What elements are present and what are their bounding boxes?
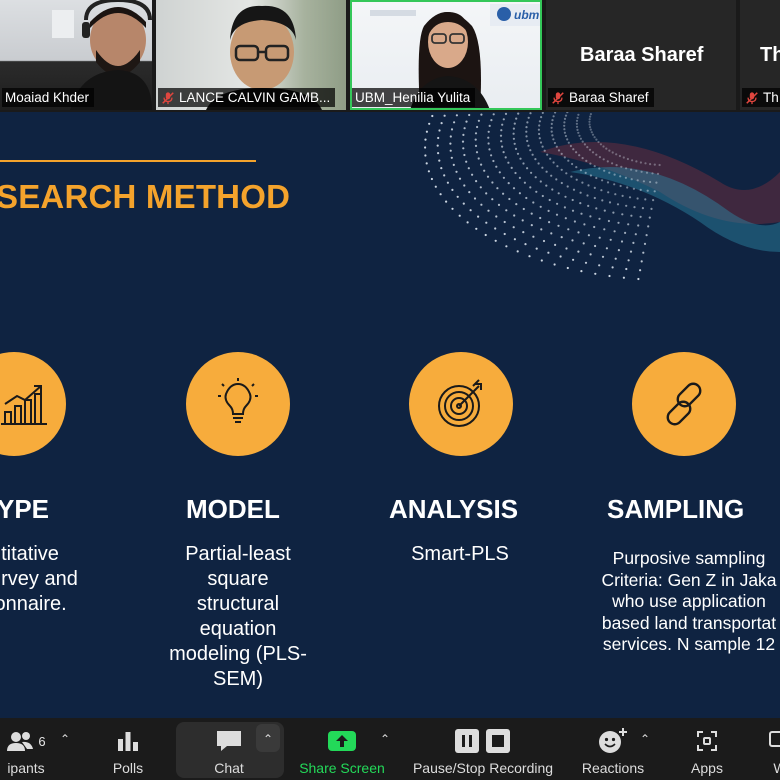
participants-icon: 6 — [6, 726, 46, 756]
sampling-description: Purposive sampling Criteria: Gen Z in Ja… — [601, 548, 777, 654]
pause-stop-recording-button[interactable]: Pause/Stop Recording — [406, 718, 560, 780]
participants-count: 6 — [38, 733, 46, 749]
participant-display-name-4: Baraa Sharef — [580, 44, 704, 66]
analysis-heading: ANALYSIS — [389, 494, 519, 524]
mic-muted-icon — [746, 91, 758, 104]
participant-name-1: Moaiad Khder — [2, 88, 95, 107]
shared-slide: SEARCH METHOD YPE ntitative urvey and io… — [0, 112, 780, 718]
type-heading: YPE — [0, 494, 50, 524]
participant-strip: Moaiad Khder LANCE CALVIN GAMB... ubm UB… — [0, 0, 780, 112]
target-icon — [438, 379, 482, 427]
model-description: Partial-least square structural equation… — [169, 543, 307, 690]
meeting-toolbar: 6 ipants ⌃ Polls ⌃ Chat Share Screen ⌃ P… — [0, 718, 780, 780]
participant-tile-2[interactable]: LANCE CALVIN GAMB... — [156, 0, 346, 110]
analysis-description: Smart-PLS — [411, 543, 509, 565]
chart-growth-icon — [1, 385, 47, 425]
sampling-heading: SAMPLING — [607, 494, 745, 524]
participant-tile-3-active-speaker[interactable]: ubm UBM_Henilia Yulita — [350, 0, 542, 110]
recording-controls-icon — [454, 726, 512, 756]
polls-label: Polls — [112, 760, 144, 776]
chat-icon — [215, 726, 243, 756]
chat-caret[interactable]: ⌃ — [263, 732, 273, 746]
reactions-button[interactable]: Reactions — [576, 718, 650, 780]
analysis-circle — [409, 352, 513, 456]
decorative-dot-pattern — [424, 112, 780, 281]
participant-name-5: Th — [742, 88, 780, 107]
reactions-icon — [598, 726, 628, 756]
share-screen-caret[interactable]: ⌃ — [380, 732, 390, 746]
model-circle — [186, 352, 290, 456]
title-rule — [0, 160, 256, 162]
model-heading: MODEL — [186, 494, 280, 524]
share-screen-icon — [327, 726, 357, 756]
whiteboard-icon — [768, 726, 780, 756]
participant-display-name-5: Th — [760, 44, 780, 66]
reactions-caret[interactable]: ⌃ — [640, 732, 650, 746]
polls-icon — [116, 726, 140, 756]
apps-label: Apps — [691, 760, 723, 776]
sampling-circle — [632, 352, 736, 456]
chat-label: Chat — [214, 760, 244, 776]
mic-muted-icon — [162, 91, 174, 104]
reactions-label: Reactions — [581, 760, 645, 776]
participant-name-2: LANCE CALVIN GAMB... — [158, 88, 336, 107]
participant-name-4: Baraa Sharef — [548, 88, 654, 107]
participants-label: ipants — [7, 760, 45, 776]
participant-tile-1[interactable]: Moaiad Khder — [0, 0, 152, 110]
mic-muted-icon — [552, 91, 564, 104]
slide-title: SEARCH METHOD — [0, 178, 291, 215]
link-icon — [666, 382, 702, 426]
whiteboard-button[interactable]: W — [760, 718, 780, 780]
whiteboard-label: W — [773, 760, 780, 776]
participant-tile-4[interactable]: Baraa Sharef Baraa Sharef — [546, 0, 736, 110]
chat-button[interactable]: Chat — [200, 718, 258, 780]
apps-icon — [695, 726, 719, 756]
recording-label: Pause/Stop Recording — [412, 760, 554, 776]
type-description: ntitative urvey and ionnaire. — [0, 543, 78, 615]
lightbulb-icon — [218, 378, 258, 423]
svg-text:ubm: ubm — [514, 8, 540, 22]
participant-tile-5[interactable]: Th Th — [740, 0, 780, 110]
apps-button[interactable]: Apps — [682, 718, 732, 780]
participants-caret[interactable]: ⌃ — [60, 732, 70, 746]
polls-button[interactable]: Polls — [100, 718, 156, 780]
participants-button[interactable]: 6 ipants — [0, 718, 56, 780]
share-screen-label: Share Screen — [299, 760, 385, 776]
participant-name-3: UBM_Henilia Yulita — [352, 88, 476, 107]
type-circle — [0, 352, 66, 456]
share-screen-button[interactable]: Share Screen — [296, 718, 388, 780]
